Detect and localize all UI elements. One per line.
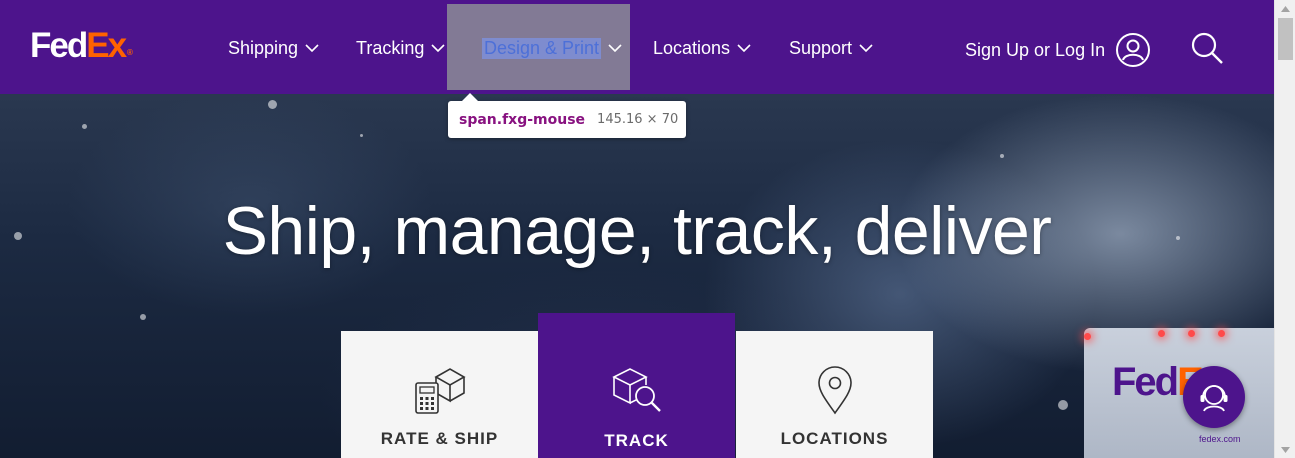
nav-locations[interactable]: Locations — [653, 34, 751, 62]
chat-support-button[interactable] — [1183, 366, 1245, 428]
rate-ship-label: RATE & SHIP — [380, 429, 499, 448]
chevron-down-icon — [737, 43, 751, 52]
nav-locations-label: Locations — [653, 37, 731, 58]
arrow-down-icon — [1281, 446, 1290, 453]
snow-particle — [82, 124, 87, 129]
nav-shipping[interactable]: Shipping — [228, 34, 319, 62]
truck-light — [1218, 330, 1225, 337]
locations-card[interactable]: LOCATIONS — [736, 331, 933, 458]
hero-title: Ship, manage, track, deliver — [222, 193, 1052, 269]
search-icon — [1191, 32, 1223, 64]
truck-url: fedex.com — [1199, 434, 1241, 444]
nav-support-label: Support — [789, 37, 853, 58]
snow-particle — [268, 100, 277, 109]
vertical-scrollbar[interactable] — [1274, 0, 1295, 458]
snow-particle — [360, 134, 363, 137]
scroll-up-button[interactable] — [1275, 0, 1295, 17]
rate-ship-icon — [414, 368, 466, 414]
nav-shipping-label: Shipping — [228, 37, 299, 58]
fedex-truck-image: FedEx fedex.com — [1084, 328, 1274, 458]
chevron-down-icon — [305, 43, 319, 52]
signin-button[interactable]: Sign Up or Log In — [965, 32, 1151, 68]
truck-light — [1084, 333, 1091, 340]
location-pin-icon — [817, 366, 852, 415]
inspector-dimensions: 145.16 × 70 — [597, 112, 679, 127]
scroll-down-button[interactable] — [1275, 441, 1295, 458]
truck-light — [1188, 330, 1195, 337]
track-package-icon — [611, 368, 661, 412]
hero-banner: Ship, manage, track, deliver RATE & SHIP… — [0, 94, 1274, 458]
snow-particle — [1000, 154, 1004, 158]
site-header: FedEx ® Shipping Tracking Design & Print … — [0, 0, 1274, 94]
snow-particle — [140, 314, 146, 320]
fedex-logo[interactable]: FedEx ® — [30, 28, 133, 63]
nav-tracking[interactable]: Tracking — [356, 34, 445, 62]
nav-design-print[interactable]: Design & Print — [482, 34, 622, 62]
snow-particle — [1058, 400, 1068, 410]
locations-label: LOCATIONS — [780, 429, 889, 448]
chevron-down-icon — [431, 43, 445, 52]
user-avatar-icon — [1116, 33, 1151, 67]
track-card[interactable]: TRACK — [538, 313, 735, 458]
chevron-down-icon — [608, 43, 622, 52]
signin-label: Sign Up or Log In — [965, 39, 1106, 60]
rate-ship-card[interactable]: RATE & SHIP — [341, 331, 538, 458]
arrow-up-icon — [1281, 5, 1290, 12]
chat-agent-icon — [1200, 385, 1228, 412]
chevron-down-icon — [859, 43, 873, 52]
inspector-selector: span.fxg-mouse — [459, 111, 586, 128]
nav-design-print-label: Design & Print — [482, 37, 602, 59]
devtools-inspector-tooltip: span.fxg-mouse 145.16 × 70 — [448, 93, 686, 138]
nav-support[interactable]: Support — [789, 34, 873, 62]
truck-light — [1158, 330, 1165, 337]
track-label: TRACK — [604, 431, 669, 450]
scrollbar-thumb[interactable] — [1278, 18, 1293, 60]
search-button[interactable] — [1189, 30, 1225, 71]
nav-tracking-label: Tracking — [356, 37, 425, 58]
